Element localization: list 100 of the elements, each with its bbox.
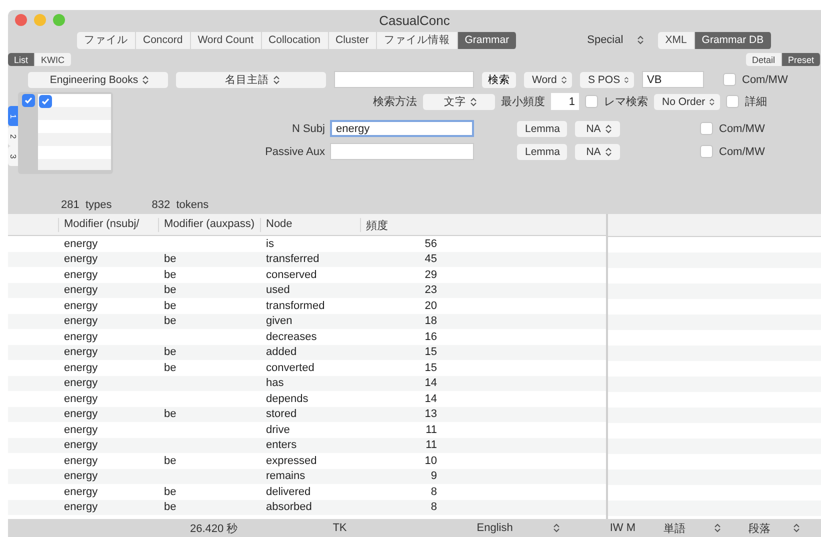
checkbox[interactable] <box>700 145 713 158</box>
column-header[interactable]: 頻度 <box>360 218 440 232</box>
language-select[interactable]: English <box>476 522 513 534</box>
chevron-updown-icon <box>604 124 612 134</box>
pos-select[interactable]: S POS <box>580 72 634 88</box>
column-header[interactable]: Modifier (nsubj/ <box>58 218 158 232</box>
table-cell-text: energy <box>63 486 99 498</box>
tk-label: TK <box>332 522 347 534</box>
table-cell-text: be <box>163 486 178 498</box>
checkbox[interactable] <box>723 73 736 86</box>
table-cell-text: energy <box>63 268 99 281</box>
table-cell-text: 15 <box>424 362 438 374</box>
table-cell-text: energy <box>63 424 99 436</box>
unit-select[interactable]: 単語 <box>664 520 686 536</box>
toolbar-tab[interactable]: ファイル <box>77 32 136 48</box>
min-frequency-field[interactable]: 1 <box>551 93 579 110</box>
checkbox-label: レマ検索 <box>604 94 648 109</box>
toolbar-tab[interactable]: Cluster <box>328 32 377 48</box>
table-cell-text: energy <box>63 346 99 358</box>
checkbox[interactable] <box>585 95 598 108</box>
checkbox[interactable] <box>22 94 35 107</box>
toolbar-tab[interactable]: Word Count <box>190 32 262 48</box>
close-button[interactable] <box>15 14 27 26</box>
view-tab[interactable]: KWIC <box>35 53 72 66</box>
search-field[interactable] <box>334 71 474 88</box>
checkbox-label: 詳細 <box>745 95 767 109</box>
table-cell-text: 20 <box>424 300 438 312</box>
chevron-updown-icon <box>560 74 567 84</box>
chevron-updown-icon <box>637 35 644 45</box>
table-cell-text: be <box>163 501 178 514</box>
chevron-updown-icon <box>273 74 280 84</box>
table-cell-text: be <box>163 315 178 328</box>
column-header[interactable]: Node <box>260 218 360 232</box>
method-label: 検索方法 <box>373 94 417 109</box>
chevron-updown-icon <box>709 96 715 106</box>
table-cell-text: transferred <box>265 253 320 266</box>
table-cell-text: conserved <box>265 268 318 281</box>
table-cell-text: 10 <box>424 454 438 467</box>
checkbox-label: Com/MW <box>742 74 788 86</box>
toolbar-tab[interactable]: Collocation <box>262 32 328 48</box>
detail-tab[interactable]: Preset <box>782 53 821 66</box>
pos-select[interactable]: NA <box>575 144 620 160</box>
chevron-updown-icon <box>142 74 150 84</box>
table-cell-text: stored <box>265 408 298 420</box>
table-cell-text: 14 <box>424 377 438 390</box>
table-cell-text: drive <box>265 424 291 436</box>
table-cell-text: be <box>163 346 178 358</box>
toolbar-tab[interactable]: Grammar <box>458 32 518 48</box>
slot-label: N Subj <box>290 122 326 134</box>
table-cell-text: 11 <box>424 424 438 436</box>
mode-tab[interactable]: XML <box>658 32 695 48</box>
method-select[interactable]: 文字 <box>423 94 495 110</box>
detail-tab[interactable]: Detail <box>746 53 782 66</box>
chevron-updown-icon <box>552 523 560 533</box>
order-select[interactable]: No Order <box>654 94 720 110</box>
pos-select[interactable]: NA <box>575 120 620 136</box>
view-tab[interactable]: List <box>8 53 36 66</box>
zoom-button[interactable] <box>53 14 65 26</box>
pos-field[interactable]: VB <box>642 71 704 88</box>
slot-field[interactable] <box>330 143 474 160</box>
form-select[interactable]: Lemma <box>517 120 567 136</box>
slot-tab[interactable]: 1 <box>8 106 18 126</box>
table-cell-text: energy <box>63 392 99 405</box>
table-cell-text: absorbed <box>265 501 313 514</box>
form-select[interactable]: Lemma <box>517 144 567 160</box>
minimize-button[interactable] <box>34 14 46 26</box>
table-cell-text: 45 <box>424 253 438 266</box>
checkbox[interactable] <box>39 95 52 108</box>
table-cell-text: energy <box>63 300 99 312</box>
table-cell-text: be <box>163 408 178 420</box>
table-cell-text: enters <box>265 439 298 452</box>
table-cell-text: 8 <box>430 501 438 514</box>
table-cell-text: be <box>163 362 178 374</box>
slot-field[interactable]: energy <box>330 120 474 137</box>
corpus-select[interactable]: Engineering Books <box>28 72 168 88</box>
slot-tab[interactable]: 3 <box>8 146 18 166</box>
checkbox[interactable] <box>726 95 739 108</box>
paragraph-select[interactable]: 段落 <box>748 520 771 536</box>
relation-select[interactable]: 名目主語 <box>176 72 326 88</box>
toolbar-tab[interactable]: ファイル情報 <box>376 32 458 48</box>
slot-tab[interactable]: 2 <box>8 126 18 146</box>
table-cell-text: decreases <box>265 330 318 343</box>
column-header[interactable]: Modifier (auxpass) <box>158 218 260 232</box>
table-cell-text: depends <box>265 392 310 405</box>
table-cell-text: 11 <box>424 439 438 452</box>
word-select[interactable]: Word <box>524 72 572 88</box>
table-cell-text: remains <box>265 470 306 482</box>
table-cell-text: energy <box>63 253 99 266</box>
table-cell-text: has <box>265 377 285 390</box>
tokens-count: 832 tokens <box>152 199 209 211</box>
table-cell-text: energy <box>63 330 99 343</box>
table-cell-text: used <box>265 284 291 296</box>
table-cell-text: expressed <box>265 454 318 467</box>
types-count: 281 types <box>61 199 112 211</box>
mode-tab[interactable]: Grammar DB <box>694 32 772 48</box>
checkbox[interactable] <box>700 122 713 135</box>
toolbar-tab[interactable]: Concord <box>136 32 191 48</box>
table-cell-text: 9 <box>430 470 438 482</box>
special-select[interactable]: Special <box>587 34 624 46</box>
search-button[interactable]: 検索 <box>482 72 516 88</box>
